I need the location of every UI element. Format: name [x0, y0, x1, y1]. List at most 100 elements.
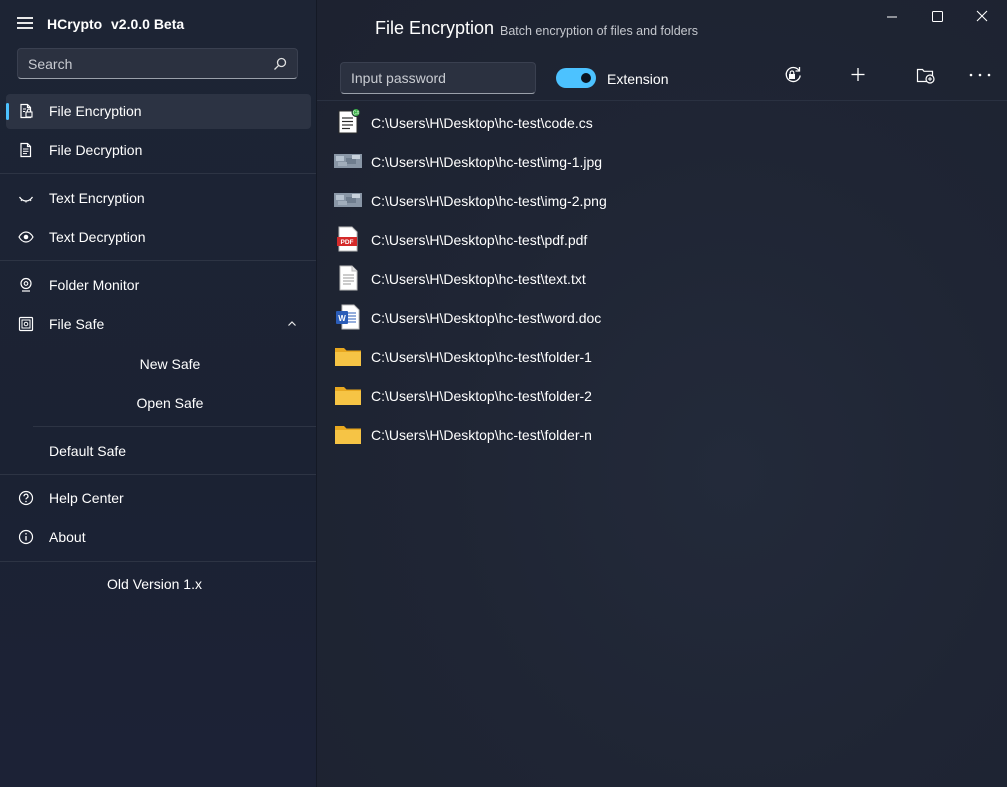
add-icon	[851, 68, 865, 81]
page-title: File Encryption	[375, 18, 495, 38]
sidebar-item-file-safe[interactable]: File Safe	[6, 307, 311, 342]
sidebar-item-default-safe[interactable]: Default Safe	[6, 434, 311, 469]
svg-text:PDF: PDF	[341, 239, 354, 246]
search-input[interactable]	[18, 49, 268, 78]
svg-text:C#: C#	[353, 111, 360, 117]
file-row[interactable]: C# C:\Users\H\Desktop\hc-test\code.cs	[329, 102, 999, 141]
sidebar-subitem-label: Open Safe	[136, 395, 204, 411]
password-input[interactable]	[341, 63, 541, 93]
sidebar-item-text-decryption[interactable]: Text Decryption	[6, 220, 311, 255]
sidebar-item-label: About	[49, 529, 86, 545]
sidebar-item-label: File Safe	[49, 316, 105, 332]
extension-label: Extension	[607, 71, 669, 87]
sidebar-subitem-new-safe[interactable]: New Safe	[33, 347, 315, 382]
maximize-icon	[932, 11, 943, 22]
safe-icon	[18, 316, 34, 332]
sidebar-divider	[0, 561, 316, 562]
more-options-button[interactable]	[964, 62, 996, 90]
maximize-button[interactable]	[915, 4, 959, 30]
eye-closed-icon	[19, 196, 33, 203]
add-file-button[interactable]	[842, 62, 874, 90]
file-row[interactable]: C:\Users\H\Desktop\hc-test\folder-n	[329, 414, 999, 453]
sidebar-item-help-center[interactable]: Help Center	[6, 481, 311, 516]
file-path: C:\Users\H\Desktop\hc-test\text.txt	[371, 271, 586, 287]
sidebar-header: HCrypto v2.0.0 Beta	[0, 0, 316, 46]
selection-indicator	[6, 103, 9, 120]
add-folder-icon	[916, 68, 935, 84]
file-row[interactable]: C:\Users\H\Desktop\hc-test\folder-2	[329, 375, 999, 414]
folder-icon	[335, 387, 361, 405]
password-box	[340, 62, 541, 94]
app-title: HCrypto	[47, 16, 103, 32]
file-row[interactable]: PDF C:\Users\H\Desktop\hc-test\pdf.pdf	[329, 219, 999, 258]
add-folder-button[interactable]	[909, 62, 941, 90]
file-text-icon	[20, 142, 32, 158]
eye-icon	[18, 231, 34, 243]
file-path: C:\Users\H\Desktop\hc-test\folder-1	[371, 349, 592, 365]
file-row[interactable]: C:\Users\H\Desktop\hc-test\img-1.jpg	[329, 141, 999, 180]
close-icon	[976, 10, 988, 22]
file-path: C:\Users\H\Desktop\hc-test\img-1.jpg	[371, 154, 603, 170]
sidebar-divider	[33, 426, 316, 427]
toolbar-divider	[317, 100, 1007, 101]
sidebar-subitem-label: New Safe	[139, 356, 201, 372]
webcam-icon	[20, 277, 32, 292]
minimize-button[interactable]	[870, 4, 914, 30]
file-row[interactable]: C:\Users\H\Desktop\hc-test\img-2.png	[329, 180, 999, 219]
file-path: C:\Users\H\Desktop\hc-test\code.cs	[371, 115, 593, 131]
file-row[interactable]: W C:\Users\H\Desktop\hc-test\word.doc	[329, 297, 999, 336]
file-path: C:\Users\H\Desktop\hc-test\pdf.pdf	[371, 232, 588, 248]
sidebar: HCrypto v2.0.0 Beta File Encryption	[0, 0, 317, 787]
app-version: v2.0.0 Beta	[111, 16, 185, 32]
image-file-icon	[334, 154, 362, 168]
app-window: HCrypto v2.0.0 Beta File Encryption	[0, 0, 1007, 787]
sidebar-item-label: Help Center	[49, 490, 124, 506]
sidebar-item-about[interactable]: About	[6, 520, 311, 555]
sidebar-item-label: Text Decryption	[49, 229, 146, 245]
word-file-icon: W	[336, 304, 360, 330]
sidebar-item-label: File Decryption	[49, 142, 143, 158]
help-icon	[18, 490, 34, 506]
pdf-file-icon: PDF	[337, 226, 358, 252]
sidebar-item-label: File Encryption	[49, 103, 142, 119]
lock-refresh-icon	[785, 66, 801, 83]
text-file-icon	[339, 265, 358, 291]
file-row[interactable]: C:\Users\H\Desktop\hc-test\text.txt	[329, 258, 999, 297]
image-file-icon	[334, 193, 362, 207]
sidebar-divider	[0, 260, 316, 261]
code-file-icon: C#	[338, 108, 361, 134]
chevron-up-icon[interactable]	[287, 320, 297, 328]
file-path: C:\Users\H\Desktop\hc-test\folder-n	[371, 427, 592, 443]
main-panel: File Encryption Batch encryption of file…	[317, 0, 1007, 787]
file-row[interactable]: C:\Users\H\Desktop\hc-test\folder-1	[329, 336, 999, 375]
file-path: C:\Users\H\Desktop\hc-test\word.doc	[371, 310, 602, 326]
sidebar-item-text-encryption[interactable]: Text Encryption	[6, 181, 311, 216]
search-icon[interactable]	[273, 57, 287, 71]
sidebar-item-label: Default Safe	[49, 443, 127, 459]
hamburger-menu-icon[interactable]	[17, 17, 33, 29]
sidebar-divider	[0, 173, 316, 174]
info-icon	[18, 529, 34, 545]
extension-toggle[interactable]	[556, 68, 596, 88]
more-icon	[969, 73, 991, 77]
sidebar-item-label: Folder Monitor	[49, 277, 140, 293]
svg-text:W: W	[338, 314, 346, 323]
toggle-knob	[581, 73, 591, 83]
sidebar-item-folder-monitor[interactable]: Folder Monitor	[6, 268, 311, 303]
page-subtitle: Batch encryption of files and folders	[500, 24, 699, 38]
minimize-icon	[887, 16, 897, 18]
file-lock-icon	[20, 103, 33, 119]
sidebar-subitem-open-safe[interactable]: Open Safe	[33, 386, 315, 421]
folder-icon	[335, 426, 361, 444]
close-button[interactable]	[960, 4, 1004, 30]
sidebar-item-file-encryption[interactable]: File Encryption	[6, 94, 311, 129]
lock-refresh-button[interactable]	[776, 62, 808, 90]
sidebar-item-file-decryption[interactable]: File Decryption	[6, 133, 311, 168]
file-path: C:\Users\H\Desktop\hc-test\img-2.png	[371, 193, 607, 209]
file-path: C:\Users\H\Desktop\hc-test\folder-2	[371, 388, 592, 404]
folder-icon	[335, 348, 361, 366]
old-version-link[interactable]: Old Version 1.x	[6, 576, 303, 600]
sidebar-divider	[0, 474, 316, 475]
search-box	[17, 48, 298, 79]
sidebar-item-label: Text Encryption	[49, 190, 145, 206]
